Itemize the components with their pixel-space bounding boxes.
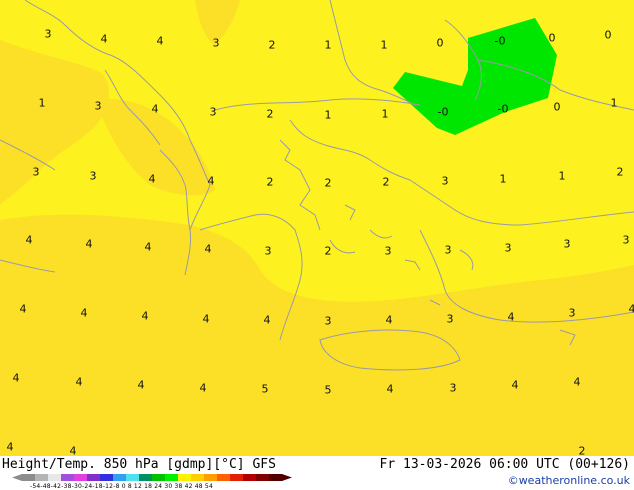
temperature-label: 3 [384,244,392,258]
color-scale-swatch [178,474,192,481]
temperature-label: 4 [202,312,210,326]
temperature-label: 4 [25,233,33,247]
temperature-label: 2 [266,107,274,121]
valid-time: Fr 13-03-2026 06:00 UTC (00+126) [379,457,630,472]
color-scale-swatch [100,474,114,481]
temperature-label: 3 [89,169,97,183]
temperature-label: 4 [80,306,88,320]
color-scale-swatch [243,474,257,481]
temperature-label: 2 [324,244,332,258]
temperature-label: -0 [497,102,509,116]
temperature-label: 0 [436,36,444,50]
temperature-label: 3 [446,312,454,326]
temperature-label: 4 [100,32,108,46]
color-scale-swatch [191,474,205,481]
temperature-label: 1 [381,107,389,121]
temperature-label: 4 [69,444,77,457]
temperature-label: 4 [207,174,215,188]
temperature-label: 3 [504,241,512,255]
temperature-label: 1 [324,38,332,52]
temperature-label: 3 [568,306,576,320]
color-scale-swatch [22,474,36,481]
temperature-label: 4 [385,313,393,327]
temperature-label: 2 [324,176,332,190]
credit-link[interactable]: ©weatheronline.co.uk [508,474,630,487]
temperature-label: 1 [38,96,46,110]
temperature-label: 2 [382,175,390,189]
temperature-label: 1 [558,169,566,183]
temperature-label: 3 [212,36,220,50]
color-scale-swatch [256,474,270,481]
temperature-label: 4 [6,440,14,454]
temperature-label: 4 [85,237,93,251]
temperature-label: 0 [604,28,612,42]
temperature-label: 4 [12,371,20,385]
temperature-label: 5 [324,383,332,397]
temperature-label: 4 [141,309,149,323]
color-scale-swatch [204,474,218,481]
temperature-label: 4 [19,302,27,316]
color-scale-swatch [87,474,101,481]
temperature-label: 2 [578,444,586,457]
temperature-label: 4 [144,240,152,254]
temperature-label: 4 [573,375,581,389]
temperature-label: 3 [449,381,457,395]
temperature-label: 4 [199,381,207,395]
color-scale [12,474,292,481]
temperature-label: 5 [261,382,269,396]
color-scale-swatch [74,474,88,481]
color-scale-ticks: -54-48-42-38-30-24-18-12-8 0 8 12 18 24 … [30,483,213,490]
temperature-label: 4 [511,378,519,392]
temperature-label: -0 [437,105,449,119]
temperature-label: 3 [94,99,102,113]
temperature-label: 4 [507,310,515,324]
temperature-label: 4 [628,302,634,316]
color-scale-swatch [139,474,153,481]
temperature-label: 1 [324,108,332,122]
temperature-label: 2 [266,175,274,189]
color-scale-arrow-left [12,474,22,481]
temperature-label: 3 [44,27,52,41]
color-scale-arrow-right [282,474,292,481]
map-canvas [0,0,634,456]
chart-title: Height/Temp. 850 hPa [gdmp][°C] GFS [2,457,276,472]
weather-map: 3 4 4 3 2 1 1 0 -0 0 0 1 3 4 3 2 1 1 -0 -0 0 1 3 3 4 4 2 2 2 3 1 1 2 4 4 4 4… [0,0,634,456]
temperature-label: 3 [622,233,630,247]
temperature-label: 1 [499,172,507,186]
color-scale-swatch [35,474,49,481]
temperature-label: 1 [610,96,618,110]
temperature-label: 4 [204,242,212,256]
temperature-label: 4 [137,378,145,392]
color-scale-swatch [230,474,244,481]
temperature-label: 3 [324,314,332,328]
temperature-label: -0 [494,34,506,48]
temperature-label: 0 [548,31,556,45]
temperature-label: 3 [209,105,217,119]
color-scale-swatch [61,474,75,481]
color-scale-swatch [152,474,166,481]
temperature-label: 4 [263,313,271,327]
temperature-label: 4 [386,382,394,396]
temperature-label: 4 [151,102,159,116]
temperature-label: 4 [156,34,164,48]
color-scale-swatch [269,474,283,481]
color-scale-swatch [113,474,127,481]
temperature-label: 3 [444,243,452,257]
color-scale-swatch [165,474,179,481]
temperature-label: 2 [616,165,624,179]
color-scale-swatch [217,474,231,481]
temperature-label: 4 [75,375,83,389]
temperature-label: 1 [380,38,388,52]
temperature-label: 4 [148,172,156,186]
temperature-label: 3 [32,165,40,179]
temperature-label: 3 [563,237,571,251]
temperature-label: 2 [268,38,276,52]
temperature-label: 3 [441,174,449,188]
temperature-label: 3 [264,244,272,258]
temperature-label: 0 [553,100,561,114]
color-scale-swatch [126,474,140,481]
color-scale-swatch [48,474,62,481]
